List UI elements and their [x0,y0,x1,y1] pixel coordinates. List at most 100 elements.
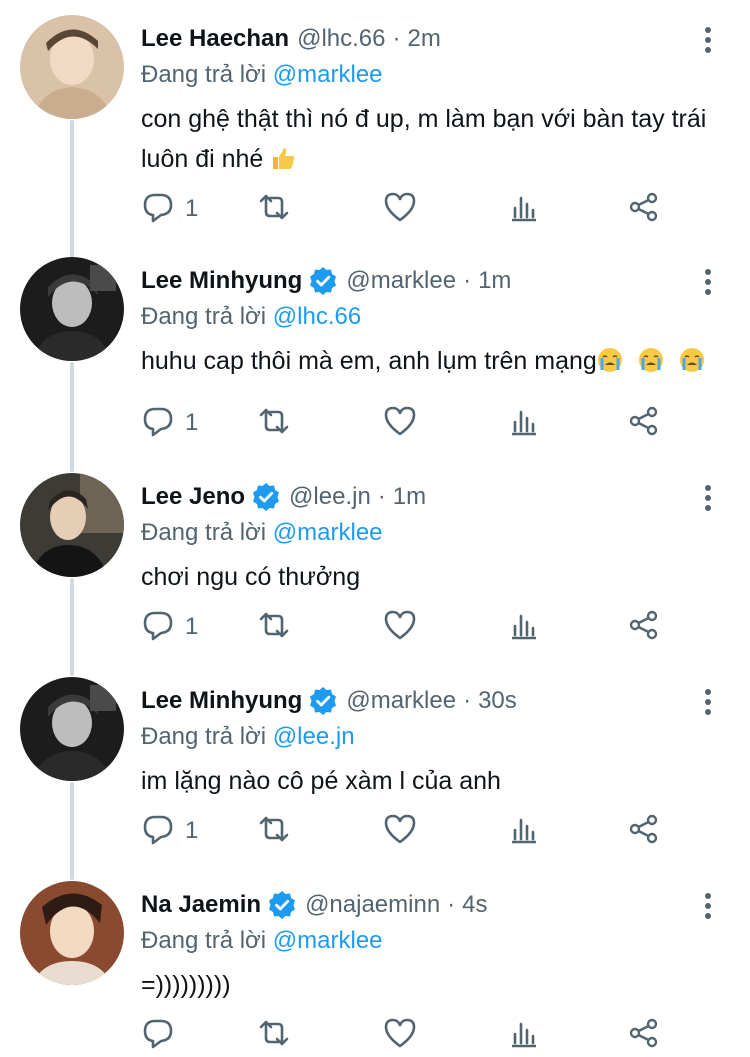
handle[interactable]: @lee.jn [289,483,371,511]
retweet-button[interactable] [257,1015,291,1055]
like-icon [383,812,417,851]
verified-badge-icon [310,687,337,715]
crying-face-icon [679,348,704,372]
display-name[interactable]: Lee Jeno [141,483,245,511]
more-options-icon[interactable] [696,891,720,921]
like-button[interactable] [383,811,417,851]
analytics-icon [507,404,541,443]
handle[interactable]: @lhc.66 [297,25,385,53]
reply-button[interactable]: 1 [141,403,198,443]
separator-dot: · [463,687,472,714]
share-button[interactable] [627,1015,661,1055]
separator-dot: · [447,891,456,918]
retweet-button[interactable] [257,811,291,851]
like-icon [383,1016,417,1055]
avatar[interactable] [20,473,124,577]
reply-mention[interactable]: @lee.jn [273,723,355,750]
reply-mention[interactable]: @marklee [273,927,383,954]
share-button[interactable] [627,811,661,851]
views-button[interactable] [507,811,541,851]
handle[interactable]: @najaeminn [305,891,440,919]
reply-icon [141,1016,175,1055]
like-icon [383,404,417,443]
timestamp[interactable]: 2m [407,25,440,53]
more-options-icon[interactable] [696,483,720,513]
reply-button[interactable]: 1 [141,189,198,229]
handle[interactable]: @marklee [346,267,456,295]
reply-icon [141,812,175,851]
timestamp[interactable]: 1m [393,483,426,511]
more-options-icon[interactable] [696,25,720,55]
tweet-header: Lee Haechan @lhc.66 · 2m [141,23,441,55]
reply-mention[interactable]: @lhc.66 [273,303,361,330]
tweet[interactable]: Na Jaemin @najaeminn · 4s Đang trả lời @… [0,881,750,1057]
analytics-icon [507,608,541,647]
like-button[interactable] [383,403,417,443]
share-button[interactable] [627,403,661,443]
more-options-icon[interactable] [696,267,720,297]
retweet-button[interactable] [257,403,291,443]
tweet-actions: 1 [141,403,681,443]
timestamp[interactable]: 4s [462,891,487,919]
tweet-actions: 1 [141,607,681,647]
share-icon [627,404,661,443]
display-name[interactable]: Lee Minhyung [141,687,302,715]
display-name[interactable]: Lee Minhyung [141,267,302,295]
reply-prefix: Đang trả lời [141,61,267,88]
verified-badge-icon [253,483,280,511]
replying-to: Đang trả lời @lee.jn [141,723,355,751]
reply-icon [141,608,175,647]
views-button[interactable] [507,1015,541,1055]
share-icon [627,812,661,851]
tweet[interactable]: Lee Minhyung @marklee · 30s Đang trả lời… [0,677,750,877]
separator-dot: · [463,267,472,294]
avatar[interactable] [20,257,124,361]
display-name[interactable]: Na Jaemin [141,891,261,919]
views-button[interactable] [507,607,541,647]
tweet[interactable]: Lee Minhyung @marklee · 1m Đang trả lời … [0,257,750,457]
tweet-actions [141,1015,681,1055]
retweet-icon [257,1016,291,1055]
like-button[interactable] [383,607,417,647]
more-options-icon[interactable] [696,687,720,717]
timestamp[interactable]: 30s [478,687,517,715]
reply-mention[interactable]: @marklee [273,519,383,546]
share-button[interactable] [627,189,661,229]
replying-to: Đang trả lời @marklee [141,61,383,89]
tweet[interactable]: Lee Haechan @lhc.66 · 2m Đang trả lời @m… [0,15,750,235]
views-button[interactable] [507,403,541,443]
crying-face-icon [597,348,622,372]
analytics-icon [507,1016,541,1055]
reply-mention[interactable]: @marklee [273,61,383,88]
tweet-text-content: con ghệ thật thì nó đ up, m làm bạn với … [141,105,707,173]
reply-count: 1 [185,613,199,640]
verified-badge-icon [310,267,337,295]
handle[interactable]: @marklee [346,687,456,715]
retweet-button[interactable] [257,607,291,647]
avatar[interactable] [20,881,124,985]
tweet-text-content: huhu cap thôi mà em, anh lụm trên mạng [141,347,597,375]
tweet-actions: 1 [141,811,681,851]
avatar[interactable] [20,15,124,119]
retweet-icon [257,812,291,851]
like-icon [383,190,417,229]
reply-button[interactable]: 1 [141,607,198,647]
tweet[interactable]: Lee Jeno @lee.jn · 1m Đang trả lời @mark… [0,473,750,673]
tweet-text: huhu cap thôi mà em, anh lụm trên mạng [141,341,721,381]
reply-button[interactable]: 1 [141,811,198,851]
like-button[interactable] [383,189,417,229]
display-name[interactable]: Lee Haechan [141,25,289,53]
tweet-header: Lee Minhyung @marklee · 1m [141,265,511,297]
reply-button[interactable] [141,1015,175,1055]
views-button[interactable] [507,189,541,229]
share-button[interactable] [627,607,661,647]
retweet-button[interactable] [257,189,291,229]
tweet-header: Lee Jeno @lee.jn · 1m [141,481,426,513]
share-icon [627,190,661,229]
retweet-icon [257,404,291,443]
avatar[interactable] [20,677,124,781]
like-button[interactable] [383,1015,417,1055]
thumbs-up-icon [273,148,295,169]
like-icon [383,608,417,647]
timestamp[interactable]: 1m [478,267,511,295]
